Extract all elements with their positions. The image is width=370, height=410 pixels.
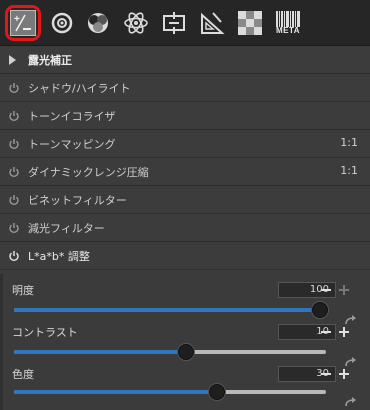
lens-ring-icon	[51, 12, 73, 34]
crop-tool-tab[interactable]	[156, 5, 192, 41]
atom-icon	[124, 12, 148, 34]
panel-row-vignette[interactable]: ビネットフィルター	[0, 186, 370, 214]
lightness-label: 明度	[12, 284, 34, 297]
panel-row-tone-mapping[interactable]: トーンマッピング 1:1	[0, 130, 370, 158]
local-tool-tab[interactable]	[232, 5, 268, 41]
panel-row-value: 1:1	[340, 164, 358, 177]
panel-row-tone-equalizer[interactable]: トーンイコライザ	[0, 102, 370, 130]
ruler-triangle-icon	[201, 12, 225, 34]
contrast-slider-thumb[interactable]	[178, 344, 194, 360]
panel-row-label: トーンマッピング	[28, 138, 116, 151]
power-icon	[9, 195, 19, 206]
chroma-slider-fill	[14, 390, 217, 394]
meta-label: META	[275, 26, 301, 35]
panel-row-lab-adjustment[interactable]: L*a*b* 調整	[0, 242, 370, 270]
expand-triangle-icon	[9, 55, 16, 65]
power-icon	[9, 139, 19, 150]
contrast-slider-fill	[14, 350, 186, 354]
checker-icon	[238, 11, 262, 35]
lightness-slider-track[interactable]	[14, 308, 326, 312]
panel-row-label: シャドウ/ハイライト	[28, 82, 131, 95]
panel-row-label: 減光フィルター	[28, 222, 105, 235]
chroma-plus-button[interactable]	[337, 367, 351, 381]
panel-row-graduated-filter[interactable]: 減光フィルター	[0, 214, 370, 242]
lens-tool-tab[interactable]	[44, 5, 80, 41]
section-indent	[0, 274, 3, 410]
reset-arrow-icon[interactable]	[343, 397, 357, 409]
lightness-slider-thumb[interactable]	[312, 302, 328, 318]
metadata-tool-tab[interactable]: META	[270, 5, 306, 41]
panel-row-dynamic-range[interactable]: ダイナミックレンジ圧縮 1:1	[0, 158, 370, 186]
power-icon	[9, 111, 19, 122]
panel-row-value: 1:1	[340, 136, 358, 149]
color-tool-tab[interactable]	[80, 5, 116, 41]
detail-tool-tab[interactable]	[118, 5, 154, 41]
tool-tabs-toolbar: + META	[0, 0, 370, 46]
contrast-label: コントラスト	[12, 326, 78, 339]
power-icon	[9, 83, 19, 94]
lightness-minus-button[interactable]	[319, 283, 333, 297]
power-icon	[9, 223, 19, 234]
chroma-label: 色度	[12, 368, 34, 381]
section-header-exposure[interactable]: 露光補正	[0, 46, 370, 74]
panel-row-label: L*a*b* 調整	[28, 250, 90, 263]
contrast-plus-button[interactable]	[337, 325, 351, 339]
panel-row-label: トーンイコライザ	[28, 110, 116, 123]
barcode-icon	[276, 11, 300, 27]
panel-row-label: ダイナミックレンジ圧縮	[28, 166, 149, 179]
section-header-label: 露光補正	[28, 54, 72, 67]
panel-row-label: ビネットフィルター	[28, 194, 127, 207]
chroma-minus-button[interactable]	[319, 367, 333, 381]
lightness-slider-fill	[14, 308, 326, 312]
lightness-plus-button[interactable]	[337, 283, 351, 297]
power-icon	[9, 251, 19, 262]
color-circles-icon	[88, 13, 108, 33]
crop-frame-icon	[163, 12, 185, 34]
exposure-plus-minus-icon: +	[10, 10, 36, 36]
svg-text:+: +	[14, 14, 20, 25]
contrast-minus-button[interactable]	[319, 325, 333, 339]
panel-row-shadow-highlight[interactable]: シャドウ/ハイライト	[0, 74, 370, 102]
chroma-slider-thumb[interactable]	[209, 384, 225, 400]
contrast-slider-track[interactable]	[14, 350, 326, 354]
exposure-tool-tab[interactable]: +	[5, 5, 41, 41]
power-icon	[9, 167, 19, 178]
geometry-tool-tab[interactable]	[194, 5, 230, 41]
lab-controls-section: 明度 100 コントラスト 10 色度 30	[0, 274, 370, 410]
chroma-slider-track[interactable]	[14, 390, 326, 394]
